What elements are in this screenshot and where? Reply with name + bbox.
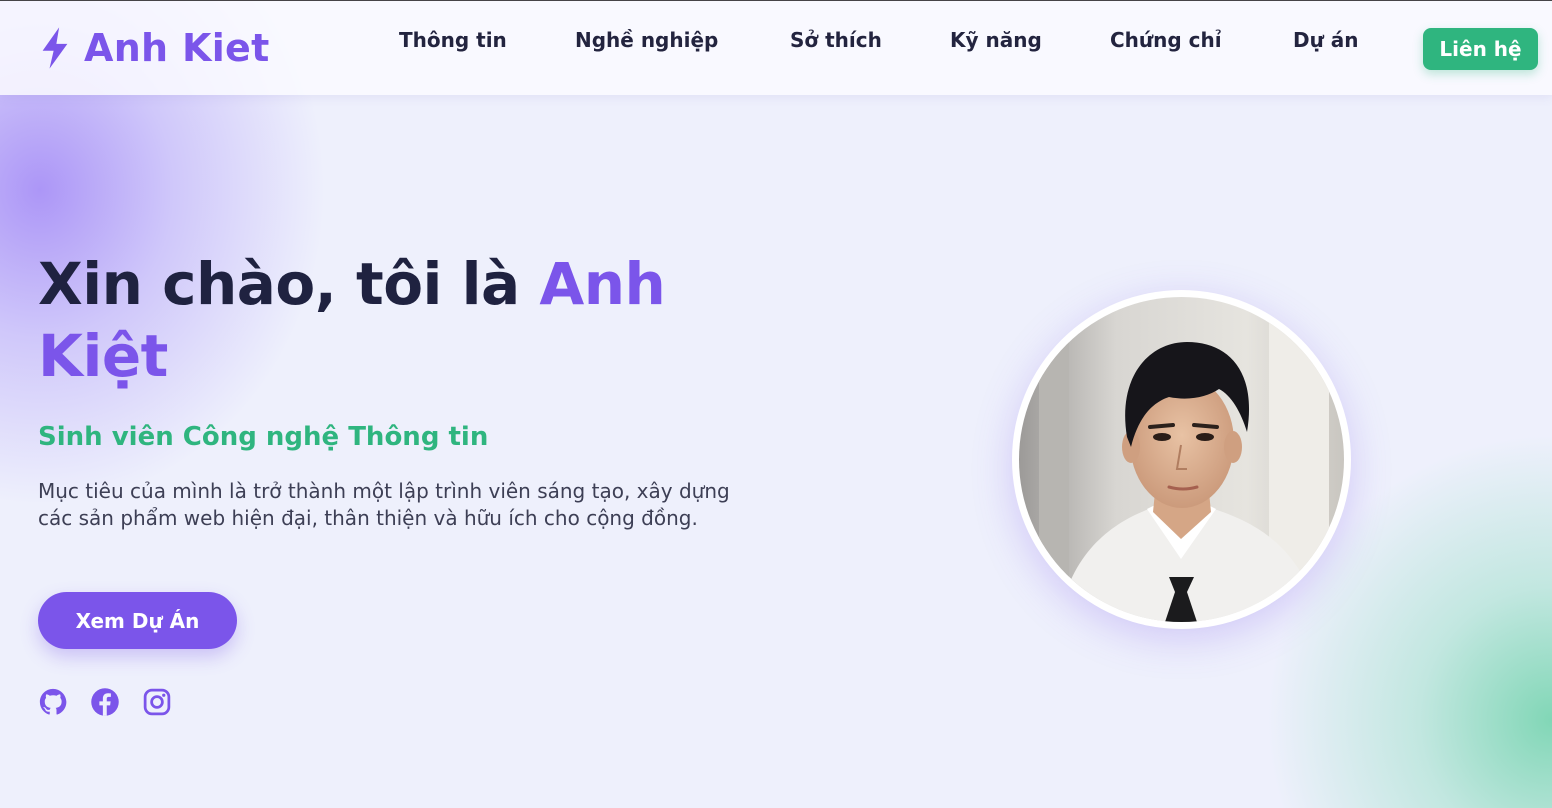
bolt-icon <box>42 27 68 69</box>
nav-item-du-an[interactable]: Dự án <box>1293 28 1359 52</box>
contact-button[interactable]: Liên hệ <box>1423 28 1538 70</box>
hero-title: Xin chào, tôi là Anh Kiệt <box>38 248 738 392</box>
instagram-icon[interactable] <box>142 687 172 717</box>
profile-photo <box>1019 297 1344 622</box>
nav-item-chung-chi[interactable]: Chứng chỉ <box>1110 28 1222 52</box>
brand-name: Anh Kiet <box>84 26 270 70</box>
nav-item-nghe-nghiep[interactable]: Nghề nghiệp <box>575 28 718 52</box>
site-header: Anh Kiet Thông tin Nghề nghiệp Sở thích … <box>0 1 1552 95</box>
nav-item-thong-tin[interactable]: Thông tin <box>399 28 507 52</box>
github-icon[interactable] <box>38 687 68 717</box>
hero-greeting: Xin chào, tôi là <box>38 250 540 318</box>
hero-subtitle: Sinh viên Công nghệ Thông tin <box>38 422 489 452</box>
nav-item-so-thich[interactable]: Sở thích <box>790 28 882 52</box>
view-projects-button[interactable]: Xem Dự Án <box>38 592 237 649</box>
facebook-icon[interactable] <box>90 687 120 717</box>
nav-item-ky-nang[interactable]: Kỹ năng <box>950 28 1042 52</box>
social-links <box>38 687 172 717</box>
brand-logo[interactable]: Anh Kiet <box>38 23 270 73</box>
profile-avatar <box>1012 290 1351 629</box>
hero-description: Mục tiêu của mình là trở thành một lập t… <box>38 479 730 530</box>
